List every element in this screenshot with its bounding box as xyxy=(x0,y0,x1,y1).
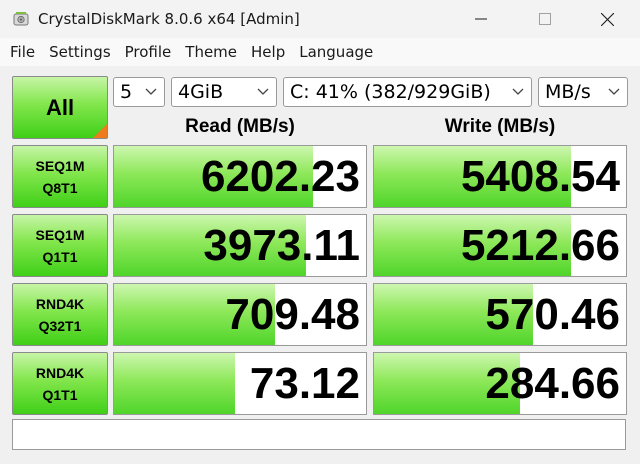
chevron-down-icon xyxy=(145,88,157,95)
read-result-value: 709.48 xyxy=(225,290,360,339)
test-count-value: 5 xyxy=(120,81,133,103)
write-result-value: 5212.66 xyxy=(460,221,620,270)
minimize-icon xyxy=(475,18,487,20)
maximize-button[interactable] xyxy=(522,0,568,38)
minimize-button[interactable] xyxy=(458,0,504,38)
read-result-cell: 73.12 xyxy=(113,352,367,415)
chevron-down-icon xyxy=(257,88,269,95)
read-result-cell: 6202.23 xyxy=(113,145,367,208)
run-all-button[interactable]: All xyxy=(12,76,108,139)
test-name-line2: Q32T1 xyxy=(38,317,82,334)
test-name-line2: Q8T1 xyxy=(42,179,78,196)
read-column-header: Read (MB/s) xyxy=(185,116,295,137)
close-icon xyxy=(600,12,614,26)
menu-profile[interactable]: Profile xyxy=(118,43,179,61)
write-result-value: 5408.54 xyxy=(460,152,620,201)
menu-theme[interactable]: Theme xyxy=(178,43,244,61)
test-button-rnd4k-q1t1[interactable]: RND4K Q1T1 xyxy=(12,352,108,415)
test-size-select[interactable]: 4GiB xyxy=(171,77,277,107)
test-name-line2: Q1T1 xyxy=(42,248,78,265)
menu-settings[interactable]: Settings xyxy=(42,43,118,61)
test-name-line1: RND4K xyxy=(35,295,85,312)
read-result-value: 3973.11 xyxy=(203,221,360,270)
test-name-line2: Q1T1 xyxy=(42,386,78,403)
menu-help[interactable]: Help xyxy=(244,43,292,61)
read-result-value: 73.12 xyxy=(249,359,360,408)
menu-bar: File Settings Profile Theme Help Languag… xyxy=(0,38,640,66)
comment-field[interactable] xyxy=(12,419,626,450)
read-result-value: 6202.23 xyxy=(200,152,360,201)
read-result-cell: 709.48 xyxy=(113,283,367,346)
window-title: CrystalDiskMark 8.0.6 x64 [Admin] xyxy=(38,10,300,28)
corner-marker xyxy=(93,124,107,138)
title-bar: CrystalDiskMark 8.0.6 x64 [Admin] xyxy=(0,0,640,38)
unit-select[interactable]: MB/s xyxy=(538,77,628,107)
read-result-cell: 3973.11 xyxy=(113,214,367,277)
write-result-value: 570.46 xyxy=(485,290,620,339)
write-result-cell: 284.66 xyxy=(373,352,627,415)
write-result-cell: 5212.66 xyxy=(373,214,627,277)
maximize-icon xyxy=(539,13,551,25)
run-all-label: All xyxy=(45,94,75,120)
test-size-value: 4GiB xyxy=(178,81,224,103)
drive-select[interactable]: C: 41% (382/929GiB) xyxy=(283,77,532,107)
write-result-cell: 570.46 xyxy=(373,283,627,346)
test-button-seq1m-q8t1[interactable]: SEQ1M Q8T1 xyxy=(12,145,108,208)
crystaldiskmark-app-icon xyxy=(13,12,29,26)
read-result-bar xyxy=(114,353,235,414)
menu-language[interactable]: Language xyxy=(292,43,380,61)
chevron-down-icon xyxy=(512,88,524,95)
unit-value: MB/s xyxy=(545,81,591,103)
write-result-value: 284.66 xyxy=(485,359,620,408)
test-name-line1: RND4K xyxy=(35,364,85,381)
test-name-line1: SEQ1M xyxy=(35,157,85,174)
test-button-rnd4k-q32t1[interactable]: RND4K Q32T1 xyxy=(12,283,108,346)
write-column-header: Write (MB/s) xyxy=(444,116,556,137)
test-count-select[interactable]: 5 xyxy=(113,77,165,107)
menu-file[interactable]: File xyxy=(0,43,42,61)
drive-value: C: 41% (382/929GiB) xyxy=(290,81,491,103)
test-button-seq1m-q1t1[interactable]: SEQ1M Q1T1 xyxy=(12,214,108,277)
close-button[interactable] xyxy=(584,0,630,38)
chevron-down-icon xyxy=(608,88,620,95)
write-result-cell: 5408.54 xyxy=(373,145,627,208)
test-name-line1: SEQ1M xyxy=(35,226,85,243)
